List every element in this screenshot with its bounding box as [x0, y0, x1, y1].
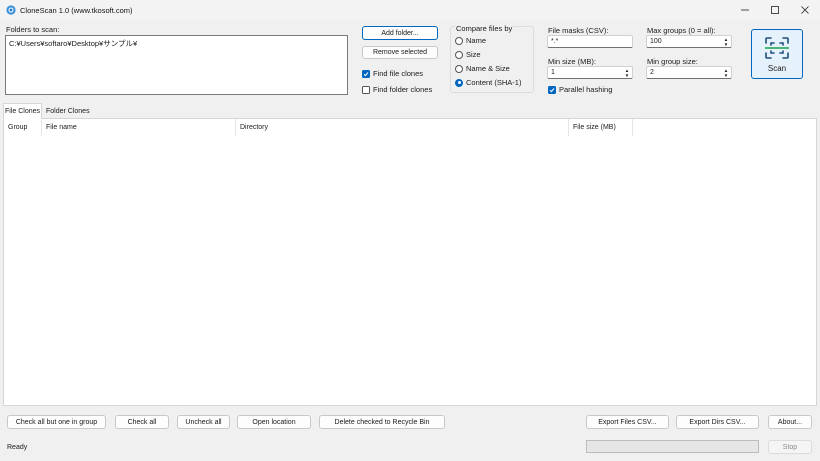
- delete-checked-button[interactable]: Delete checked to Recycle Bin: [319, 415, 445, 429]
- radio-unselected-icon: [455, 64, 463, 73]
- spin-down-icon[interactable]: ▼: [724, 73, 728, 78]
- min-group-size-input[interactable]: 2 ▲ ▼: [646, 66, 732, 79]
- min-group-size-label: Min group size:: [647, 57, 698, 66]
- status-text: Ready: [7, 444, 28, 451]
- compare-size-radio[interactable]: Size: [455, 50, 481, 59]
- maximize-button[interactable]: [760, 0, 790, 20]
- window-title: CloneScan 1.0 (www.tkosoft.com): [20, 6, 133, 15]
- compare-group-label: Compare files by: [455, 24, 514, 33]
- tab-file-clones[interactable]: File Clones: [3, 103, 42, 119]
- compare-content-label: Content (SHA-1): [466, 78, 522, 87]
- compare-name-label: Name: [466, 36, 487, 45]
- find-file-clones-checkbox[interactable]: Find file clones: [362, 69, 423, 78]
- stop-button[interactable]: Stop: [768, 440, 812, 454]
- compare-name-radio[interactable]: Name: [455, 36, 486, 45]
- scan-icon: [765, 36, 789, 59]
- radio-unselected-icon: [455, 50, 463, 59]
- find-folder-clones-label: Find folder clones: [373, 85, 433, 94]
- min-size-input[interactable]: 1 ▲ ▼: [547, 66, 633, 79]
- radio-unselected-icon: [455, 36, 463, 45]
- compare-name-size-label: Name & Size: [466, 64, 510, 73]
- max-groups-spinner[interactable]: ▲ ▼: [723, 37, 729, 47]
- checkbox-checked-icon: [362, 69, 370, 78]
- spin-down-icon[interactable]: ▼: [625, 73, 629, 78]
- table-header: Group File name Directory File size (MB): [4, 119, 816, 136]
- checkbox-checked-icon: [548, 85, 556, 94]
- maximize-icon: [771, 6, 779, 14]
- export-files-csv-button[interactable]: Export Files CSV...: [586, 415, 669, 429]
- max-groups-label: Max groups (0 = all):: [647, 26, 716, 35]
- folders-label: Folders to scan:: [6, 25, 60, 34]
- min-size-value: 1: [551, 69, 555, 76]
- results-table[interactable]: Group File name Directory File size (MB): [3, 118, 817, 406]
- close-icon: [801, 6, 809, 14]
- parallel-hashing-label: Parallel hashing: [559, 85, 613, 94]
- check-all-but-one-button[interactable]: Check all but one in group: [7, 415, 106, 429]
- column-header-file-size[interactable]: File size (MB): [569, 119, 633, 136]
- open-location-button[interactable]: Open location: [237, 415, 311, 429]
- scan-label: Scan: [767, 63, 787, 73]
- uncheck-all-button[interactable]: Uncheck all: [177, 415, 230, 429]
- find-file-clones-label: Find file clones: [373, 69, 424, 78]
- remove-selected-button[interactable]: Remove selected: [362, 46, 438, 59]
- file-masks-label: File masks (CSV):: [548, 26, 609, 35]
- minimize-button[interactable]: [730, 0, 760, 20]
- scan-button[interactable]: Scan: [751, 29, 803, 79]
- close-button[interactable]: [790, 0, 820, 20]
- min-group-size-value: 2: [650, 69, 654, 76]
- folder-list-item[interactable]: C:¥Users¥softaro¥Desktop¥サンプル¥: [9, 38, 344, 49]
- min-size-label: Min size (MB):: [548, 57, 596, 66]
- file-masks-input[interactable]: *.*: [547, 35, 633, 48]
- compare-size-label: Size: [466, 50, 481, 59]
- progress-bar: [586, 440, 759, 453]
- min-size-spinner[interactable]: ▲ ▼: [624, 68, 630, 78]
- about-button[interactable]: About...: [768, 415, 812, 429]
- compare-name-size-radio[interactable]: Name & Size: [455, 64, 510, 73]
- folders-list[interactable]: C:¥Users¥softaro¥Desktop¥サンプル¥: [5, 35, 348, 95]
- checkbox-unchecked-icon: [362, 85, 370, 94]
- spin-down-icon[interactable]: ▼: [724, 42, 728, 47]
- tab-folder-clones[interactable]: Folder Clones: [43, 105, 93, 118]
- radio-selected-icon: [455, 78, 463, 87]
- column-header-directory[interactable]: Directory: [236, 119, 569, 136]
- min-group-size-spinner[interactable]: ▲ ▼: [723, 68, 729, 78]
- column-header-group[interactable]: Group: [4, 119, 42, 136]
- compare-content-radio[interactable]: Content (SHA-1): [455, 78, 521, 87]
- column-header-file-name[interactable]: File name: [42, 119, 236, 136]
- find-folder-clones-checkbox[interactable]: Find folder clones: [362, 85, 432, 94]
- check-all-button[interactable]: Check all: [115, 415, 169, 429]
- add-folder-button[interactable]: Add folder...: [362, 26, 438, 40]
- app-icon: [6, 5, 16, 15]
- max-groups-value: 100: [650, 38, 662, 45]
- export-dirs-csv-button[interactable]: Export Dirs CSV...: [676, 415, 759, 429]
- max-groups-input[interactable]: 100 ▲ ▼: [646, 35, 732, 48]
- minimize-icon: [741, 9, 749, 11]
- parallel-hashing-checkbox[interactable]: Parallel hashing: [548, 85, 612, 94]
